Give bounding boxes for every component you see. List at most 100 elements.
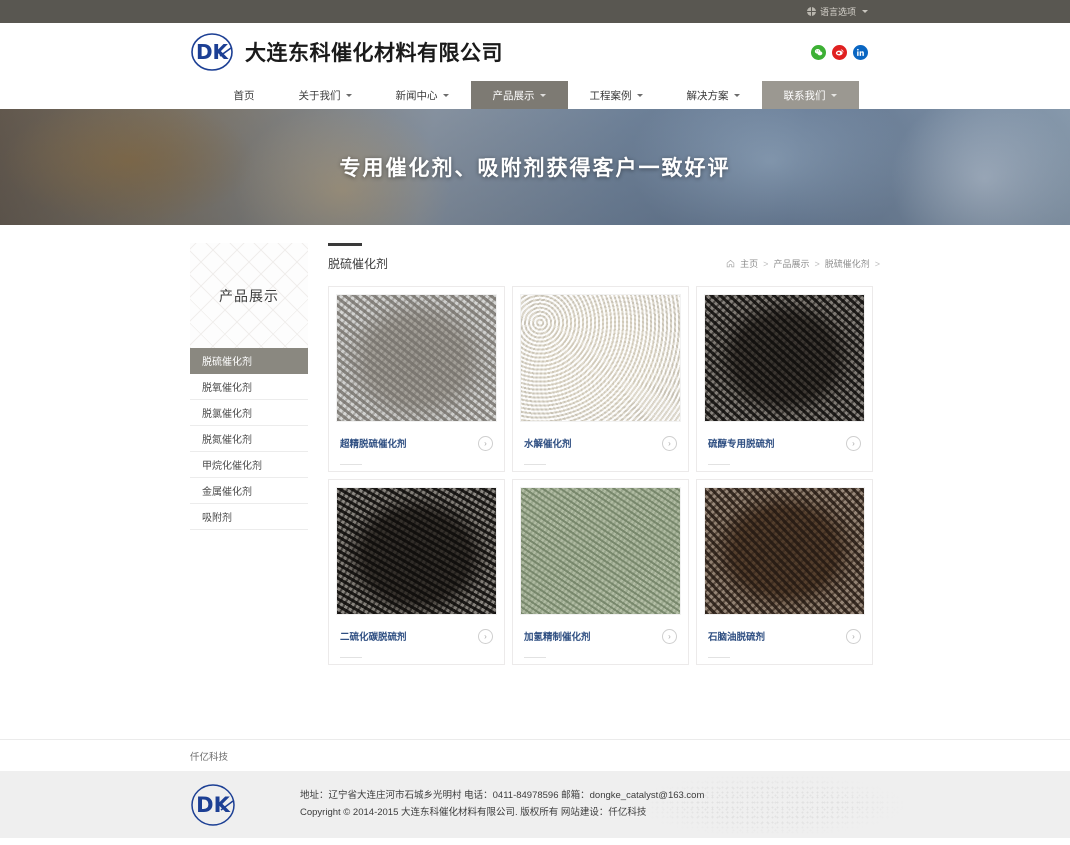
weibo-icon[interactable] <box>832 45 847 60</box>
product-content: 脱硫催化剂 主页>产品展示>脱硫催化剂> 超精脱硫催化剂›水解催化剂›硫醇专用脱… <box>328 243 880 665</box>
chevron-right-icon[interactable]: › <box>478 629 493 644</box>
breadcrumb-link[interactable]: 脱硫催化剂 <box>825 257 870 270</box>
product-name[interactable]: 二硫化碳脱硫剂 <box>340 629 407 643</box>
nav-item-2[interactable]: 新闻中心 <box>374 81 471 109</box>
product-card-footer: 硫醇专用脱硫剂 › <box>704 422 865 464</box>
hero-banner: 专用催化剂、吸附剂获得客户一致好评 <box>0 109 1070 225</box>
chevron-right-icon[interactable]: › <box>478 436 493 451</box>
product-card[interactable]: 二硫化碳脱硫剂 › <box>328 479 505 665</box>
product-card-footer: 二硫化碳脱硫剂 › <box>336 615 497 657</box>
breadcrumb-link[interactable]: 产品展示 <box>773 257 809 270</box>
product-name-underline <box>340 464 362 465</box>
linkedin-icon[interactable] <box>853 45 868 60</box>
product-card[interactable]: 水解催化剂 › <box>512 286 689 472</box>
chevron-right-icon[interactable]: › <box>846 436 861 451</box>
nav-item-5[interactable]: 解决方案 <box>665 81 762 109</box>
product-name[interactable]: 加氢精制催化剂 <box>524 629 591 643</box>
language-selector[interactable]: 语言选项 <box>807 5 868 18</box>
nav-item-3[interactable]: 产品展示 <box>471 81 568 109</box>
home-icon <box>726 259 735 268</box>
main-navigation: 首页 关于我们 新闻中心 产品展示 工程案例 解决方案 联系我们 <box>0 81 1070 109</box>
nav-item-label: 新闻中心 <box>396 88 438 103</box>
page-body: 产品展示 脱硫催化剂脱氧催化剂脱氯催化剂脱氮催化剂甲烷化催化剂金属催化剂吸附剂 … <box>0 225 1070 665</box>
chevron-right-icon[interactable]: › <box>662 629 677 644</box>
product-card-footer: 加氢精制催化剂 › <box>520 615 681 657</box>
sidebar-item-2[interactable]: 脱氯催化剂 <box>190 400 308 426</box>
product-image-texture <box>337 295 496 421</box>
product-image <box>704 294 865 422</box>
footer-dk-logo-icon: DK <box>190 782 238 828</box>
chevron-down-icon <box>637 94 643 97</box>
sidebar-item-1[interactable]: 脱氧催化剂 <box>190 374 308 400</box>
product-image-texture <box>521 295 680 421</box>
product-image-texture <box>705 488 864 614</box>
product-image <box>704 487 865 615</box>
svg-text:DK: DK <box>196 793 230 817</box>
product-card[interactable]: 硫醇专用脱硫剂 › <box>696 286 873 472</box>
product-name[interactable]: 石脑油脱硫剂 <box>708 629 765 643</box>
breadcrumb-separator: > <box>814 259 819 269</box>
nav-item-6[interactable]: 联系我们 <box>762 81 859 109</box>
product-image <box>336 487 497 615</box>
company-name: 大连东科催化材料有限公司 <box>245 37 503 67</box>
product-card[interactable]: 石脑油脱硫剂 › <box>696 479 873 665</box>
chevron-right-icon[interactable]: › <box>662 436 677 451</box>
sub-footer: 仟亿科技 <box>0 739 1070 771</box>
sidebar-item-label: 脱氯催化剂 <box>202 405 252 420</box>
nav-item-0[interactable]: 首页 <box>212 81 277 109</box>
brand-link[interactable]: DK 大连东科催化材料有限公司 <box>190 32 503 72</box>
chevron-down-icon <box>734 94 740 97</box>
footer-copyright-line: Copyright © 2014-2015 大连东科催化材料有限公司. 版权所有… <box>300 805 704 822</box>
site-header: DK 大连东科催化材料有限公司 <box>0 23 1070 81</box>
nav-item-label: 关于我们 <box>299 88 341 103</box>
product-name[interactable]: 超精脱硫催化剂 <box>340 436 407 450</box>
breadcrumb-link[interactable]: 主页 <box>740 257 758 270</box>
nav-item-label: 产品展示 <box>493 88 535 103</box>
product-card[interactable]: 超精脱硫催化剂 › <box>328 286 505 472</box>
product-image-texture <box>521 488 680 614</box>
sidebar-item-label: 甲烷化催化剂 <box>202 457 262 472</box>
product-image <box>520 487 681 615</box>
sidebar-item-5[interactable]: 金属催化剂 <box>190 478 308 504</box>
product-name-underline <box>708 464 730 465</box>
nav-item-4[interactable]: 工程案例 <box>568 81 665 109</box>
breadcrumb: 主页 > 产品展示 > 脱硫催化剂 > <box>726 257 880 272</box>
product-grid: 超精脱硫催化剂›水解催化剂›硫醇专用脱硫剂›二硫化碳脱硫剂›加氢精制催化剂›石脑… <box>328 286 880 665</box>
sidebar-item-6[interactable]: 吸附剂 <box>190 504 308 530</box>
product-card[interactable]: 加氢精制催化剂 › <box>512 479 689 665</box>
sidebar-item-label: 吸附剂 <box>202 509 232 524</box>
top-bar: 语言选项 <box>0 0 1070 23</box>
chevron-right-icon[interactable]: › <box>846 629 861 644</box>
product-name-underline <box>340 657 362 658</box>
dk-logo-icon: DK <box>190 32 236 72</box>
chevron-down-icon <box>540 94 546 97</box>
product-name[interactable]: 水解催化剂 <box>524 436 572 450</box>
sidebar-heading-text: 产品展示 <box>219 286 279 306</box>
product-image-texture <box>705 295 864 421</box>
site-footer: DK 地址：辽宁省大连庄河市石城乡光明村 电话：0411-84978596 邮箱… <box>0 771 1070 838</box>
sidebar-item-3[interactable]: 脱氮催化剂 <box>190 426 308 452</box>
sidebar-item-label: 脱氮催化剂 <box>202 431 252 446</box>
page-title: 脱硫催化剂 <box>328 255 388 272</box>
nav-item-1[interactable]: 关于我们 <box>277 81 374 109</box>
product-image <box>520 294 681 422</box>
product-card-footer: 超精脱硫催化剂 › <box>336 422 497 464</box>
product-name[interactable]: 硫醇专用脱硫剂 <box>708 436 775 450</box>
product-image <box>336 294 497 422</box>
sidebar-item-label: 脱硫催化剂 <box>202 353 252 368</box>
wechat-icon[interactable] <box>811 45 826 60</box>
sub-footer-text[interactable]: 仟亿科技 <box>190 749 228 763</box>
product-name-underline <box>708 657 730 658</box>
footer-contact-line: 地址：辽宁省大连庄河市石城乡光明村 电话：0411-84978596 邮箱：do… <box>300 788 704 805</box>
nav-item-label: 首页 <box>234 88 255 103</box>
nav-item-label: 解决方案 <box>687 88 729 103</box>
breadcrumb-separator: > <box>763 259 768 269</box>
breadcrumb-separator: > <box>875 259 880 269</box>
product-sidebar: 产品展示 脱硫催化剂脱氧催化剂脱氯催化剂脱氮催化剂甲烷化催化剂金属催化剂吸附剂 <box>190 243 308 665</box>
footer-info: 地址：辽宁省大连庄河市石城乡光明村 电话：0411-84978596 邮箱：do… <box>300 788 704 821</box>
chevron-down-icon <box>831 94 837 97</box>
chevron-down-icon <box>443 94 449 97</box>
sidebar-item-label: 金属催化剂 <box>202 483 252 498</box>
sidebar-item-4[interactable]: 甲烷化催化剂 <box>190 452 308 478</box>
sidebar-item-0[interactable]: 脱硫催化剂 <box>190 348 308 374</box>
